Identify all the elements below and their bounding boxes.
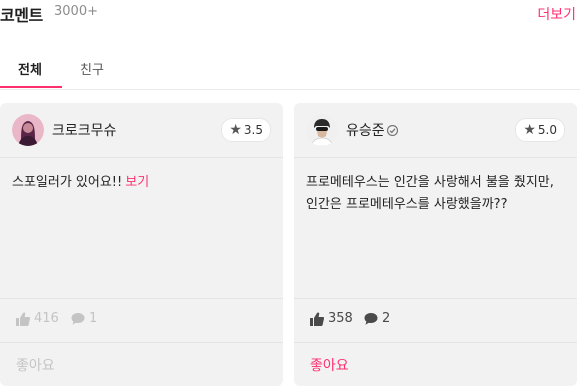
- reply-count-value: 2: [382, 311, 391, 326]
- spoiler-view-link[interactable]: 보기: [125, 175, 149, 190]
- tab-friends[interactable]: 친구: [80, 59, 104, 78]
- comment-user-row: 크로크무슈 ★ 3.5: [0, 103, 283, 158]
- star-icon: ★: [229, 122, 242, 138]
- comment-text[interactable]: 스포일러가 있어요!! 보기: [12, 172, 270, 194]
- comment-stats: 358 2: [294, 298, 577, 343]
- comment-user-row: 유승준 ★ 5.0: [294, 103, 577, 158]
- avatar[interactable]: [12, 114, 44, 146]
- username-text: 유승준: [346, 123, 385, 139]
- username[interactable]: 크로크무슈: [52, 120, 116, 140]
- speech-bubble-icon: [71, 312, 85, 325]
- avatar[interactable]: [306, 114, 338, 146]
- comment-card[interactable]: 크로크무슈 ★ 3.5 스포일러가 있어요!! 보기 416 1 좋아요: [0, 103, 283, 386]
- more-link[interactable]: 더보기: [537, 4, 576, 24]
- like-count-value: 358: [328, 311, 353, 326]
- star-icon: ★: [523, 122, 536, 138]
- like-button[interactable]: 좋아요: [16, 355, 55, 375]
- like-count: 358: [310, 311, 353, 326]
- like-button[interactable]: 좋아요: [310, 355, 349, 375]
- comment-text[interactable]: 프로메테우스는 인간을 사랑해서 불을 줬지만, 인간은 프로메테우스를 사랑했…: [306, 172, 564, 216]
- rating-value: 3.5: [243, 123, 263, 137]
- comment-stats: 416 1: [0, 298, 283, 343]
- comment-count: 3000+: [54, 4, 98, 19]
- section-title: 코멘트: [0, 6, 43, 25]
- comment-body: 스포일러가 있어요!!: [12, 175, 123, 190]
- rating-badge: ★ 5.0: [515, 118, 565, 142]
- speech-bubble-icon: [364, 312, 378, 325]
- reply-count: 1: [71, 311, 97, 326]
- like-count-value: 416: [34, 311, 59, 326]
- reply-count: 2: [364, 311, 390, 326]
- verified-badge-icon: [386, 125, 398, 136]
- rating-value: 5.0: [537, 123, 557, 137]
- like-count: 416: [16, 311, 59, 326]
- thumbs-up-icon: [310, 311, 324, 326]
- comment-card[interactable]: 유승준 ★ 5.0 프로메테우스는 인간을 사랑해서 불을 줬지만, 인간은 프로…: [294, 103, 577, 386]
- username[interactable]: 유승준: [346, 120, 398, 140]
- active-tab-indicator: [0, 86, 62, 88]
- comment-body: 프로메테우스는 인간을 사랑해서 불을 줬지만, 인간은 프로메테우스를 사랑했…: [306, 175, 554, 212]
- rating-badge: ★ 3.5: [221, 118, 271, 142]
- comments-header: 코멘트 3000+ 더보기: [0, 0, 580, 26]
- reply-count-value: 1: [89, 311, 98, 326]
- thumbs-up-icon: [16, 311, 30, 326]
- tab-all[interactable]: 전체: [18, 59, 42, 78]
- comment-tabs: 전체 친구: [0, 50, 580, 90]
